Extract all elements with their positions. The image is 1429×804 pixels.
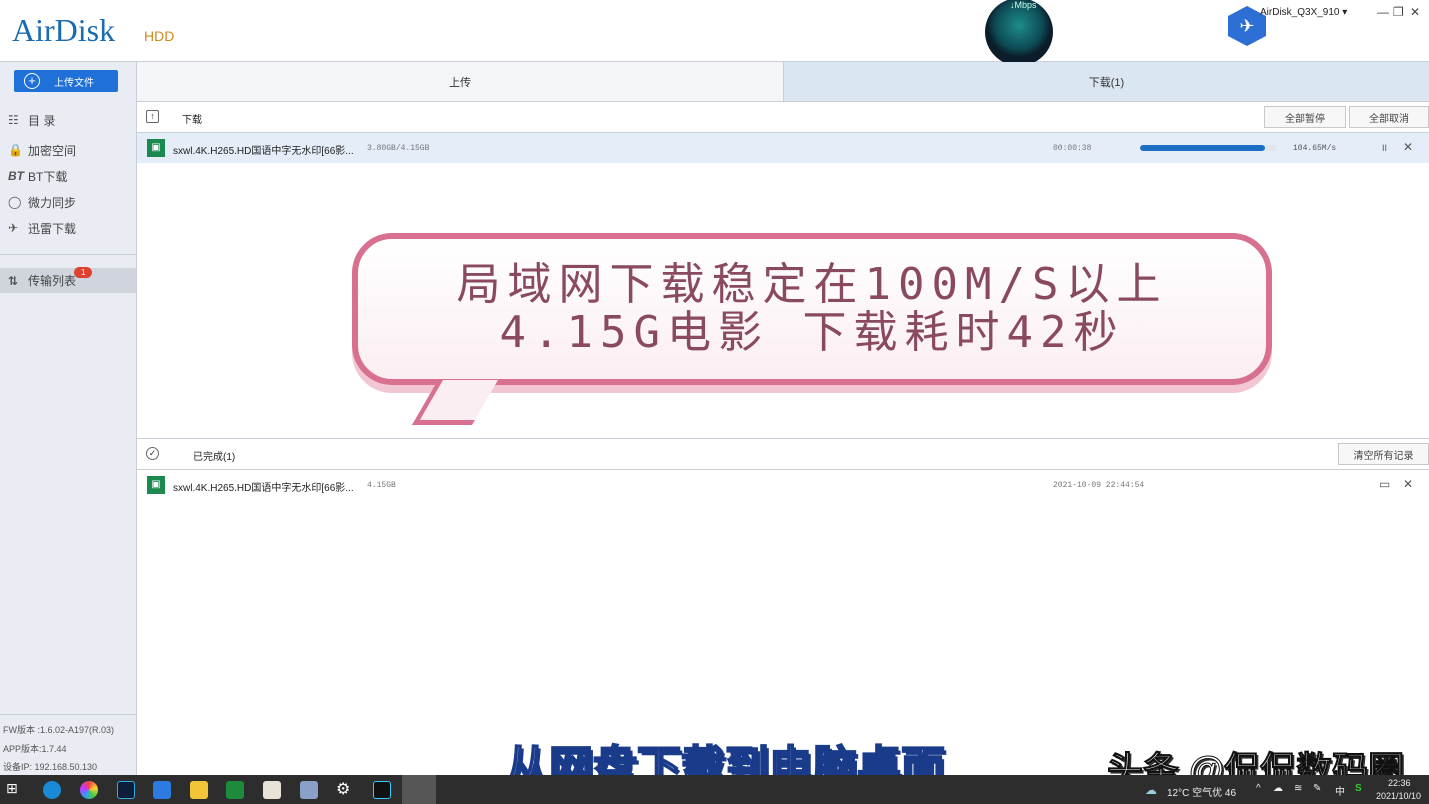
app-icon[interactable] xyxy=(263,781,281,799)
airdisk-taskbar-icon[interactable] xyxy=(402,775,436,804)
settings-gear-icon[interactable]: ⚙ xyxy=(336,779,354,797)
tray-chevron-icon[interactable]: ^ xyxy=(1256,783,1261,794)
open-folder-icon[interactable]: ▭ xyxy=(1379,477,1390,491)
pause-icon[interactable]: II xyxy=(1382,143,1387,153)
minimize-button[interactable]: — xyxy=(1377,5,1389,19)
taskbar: ⊞ ⚙ ☁ 12°C 空气优 46 ^ ☁ ≋ ✎ 中 S 22:36 2021… xyxy=(0,775,1429,804)
download-progress-bar xyxy=(1140,145,1277,151)
restore-button[interactable]: ❐ xyxy=(1393,5,1404,19)
app-version: APP版本:1.7.44 xyxy=(3,742,67,755)
tab-download[interactable]: 下载(1) xyxy=(784,62,1429,102)
clock-date[interactable]: 2021/10/10 xyxy=(1376,791,1421,801)
section-title: 已完成(1) xyxy=(193,448,235,463)
upload-file-button[interactable]: + 上传文件 xyxy=(14,70,118,92)
windows-start-icon[interactable]: ⊞ xyxy=(6,780,24,798)
notification-badge: 1 xyxy=(74,267,92,278)
fw-version: FW版本 :1.6.02-A197(R.03) xyxy=(3,723,114,736)
file-explorer-icon[interactable] xyxy=(190,781,208,799)
cancel-icon[interactable]: ✕ xyxy=(1403,140,1413,154)
app-icon[interactable] xyxy=(226,781,244,799)
elapsed-time: 00:00:38 xyxy=(1053,144,1091,153)
completed-date: 2021-10-09 22:44:54 xyxy=(1053,481,1144,490)
device-selector[interactable]: AirDisk_Q3X_910 ▾ xyxy=(1260,7,1347,18)
speed-meter-label: ↓Mbps xyxy=(1010,0,1037,10)
sidebar-item-label: BT下载 xyxy=(28,168,67,185)
file-size: 3.80GB/4.15GB xyxy=(367,144,429,153)
sidebar-item-label: 微力同步 xyxy=(28,194,76,211)
completed-section-header: ✓ 已完成(1) 清空所有记录 xyxy=(137,438,1429,470)
plus-icon: + xyxy=(24,73,40,89)
app-icon[interactable] xyxy=(373,781,391,799)
caption-bubble: 局域网下载稳定在100M/S以上 4.15G电影 下载耗时42秒 xyxy=(352,233,1272,385)
weather-text[interactable]: 12°C 空气优 46 xyxy=(1167,784,1236,799)
video-file-icon: ▣ xyxy=(147,139,165,157)
remove-icon[interactable]: ✕ xyxy=(1403,477,1413,491)
download-row[interactable]: ▣ sxwl.4K.H265.HD国语中字无水印[66影... 3.80GB/4… xyxy=(137,133,1429,163)
completed-row[interactable]: ▣ sxwl.4K.H265.HD国语中字无水印[66影... 4.15GB 2… xyxy=(137,470,1429,500)
sidebar-item-encrypted-space[interactable]: 🔒 加密空间 xyxy=(8,139,136,161)
weather-cloud-icon: ☁ xyxy=(1145,783,1157,797)
upload-file-label: 上传文件 xyxy=(54,74,94,89)
upload-box-icon: ↑ xyxy=(146,110,159,123)
app-icon[interactable] xyxy=(300,781,318,799)
sidebar-item-label: 目 录 xyxy=(28,112,55,129)
thunder-bird-icon: ✈ xyxy=(8,221,24,235)
sidebar: + 上传文件 ☷ 目 录 🔒 加密空间 BT BT下载 ◯ 微力同步 ✈ 迅雷下载 ⇅ 传输列… xyxy=(0,62,137,775)
divider xyxy=(0,254,136,255)
downloading-section-header: ↑ 下载 全部暂停 全部取消 xyxy=(137,102,1429,133)
progress-fill xyxy=(1140,145,1265,151)
list-icon: ☷ xyxy=(8,113,24,127)
sidebar-item-transfer-list[interactable]: ⇅ 传输列表 xyxy=(0,268,136,293)
caption-bubble-tail xyxy=(412,380,498,425)
close-button[interactable]: ✕ xyxy=(1410,5,1420,19)
lock-icon: 🔒 xyxy=(8,143,24,157)
sidebar-item-verysync[interactable]: ◯ 微力同步 xyxy=(8,191,136,213)
clock-time[interactable]: 22:36 xyxy=(1388,778,1411,788)
cancel-all-button[interactable]: 全部取消 xyxy=(1349,106,1429,128)
section-title: 下载 xyxy=(182,111,202,126)
transfer-arrows-icon: ⇅ xyxy=(8,274,24,288)
pause-all-button[interactable]: 全部暂停 xyxy=(1264,106,1346,128)
sidebar-item-label: 迅雷下载 xyxy=(28,220,76,237)
app-logo-sub: HDD xyxy=(144,28,174,44)
tab-upload[interactable]: 上传 xyxy=(137,62,784,102)
onedrive-icon[interactable]: ☁ xyxy=(1273,783,1283,794)
sidebar-item-thunder-download[interactable]: ✈ 迅雷下载 xyxy=(8,217,136,239)
sidebar-item-bt-download[interactable]: BT BT下载 xyxy=(8,165,136,187)
download-speed: 104.65M/s xyxy=(1293,144,1336,153)
caption-line-2: 4.15G电影 下载耗时42秒 xyxy=(358,309,1266,357)
check-circle-icon: ✓ xyxy=(146,447,159,460)
pen-icon[interactable]: ✎ xyxy=(1313,783,1321,794)
photoshop-icon[interactable] xyxy=(117,781,135,799)
video-file-icon: ▣ xyxy=(147,476,165,494)
sidebar-item-label: 加密空间 xyxy=(28,142,76,159)
file-name: sxwl.4K.H265.HD国语中字无水印[66影... xyxy=(173,142,354,157)
app-header: AirDisk HDD ↓Mbps ✈ AirDisk_Q3X_910 ▾ — … xyxy=(0,0,1429,62)
wifi-icon[interactable]: ≋ xyxy=(1294,783,1302,794)
divider xyxy=(0,714,136,715)
bt-icon: BT xyxy=(8,169,24,183)
browser-icon[interactable] xyxy=(80,781,98,799)
sidebar-item-label: 传输列表 xyxy=(28,272,76,289)
ime-indicator[interactable]: 中 xyxy=(1335,783,1345,798)
device-ip: 设备IP: 192.168.50.130 xyxy=(3,760,97,773)
file-name: sxwl.4K.H265.HD国语中字无水印[66影... xyxy=(173,479,354,494)
sync-icon: ◯ xyxy=(8,195,24,209)
app-logo: AirDisk xyxy=(12,12,115,49)
sogou-icon[interactable]: S xyxy=(1355,783,1362,794)
caption-line-1: 局域网下载稳定在100M/S以上 xyxy=(358,261,1266,309)
thunder-icon[interactable] xyxy=(153,781,171,799)
clear-all-records-button[interactable]: 清空所有记录 xyxy=(1338,443,1429,465)
file-size: 4.15GB xyxy=(367,481,396,490)
sidebar-item-directory[interactable]: ☷ 目 录 xyxy=(8,109,136,131)
edge-icon[interactable] xyxy=(43,781,61,799)
